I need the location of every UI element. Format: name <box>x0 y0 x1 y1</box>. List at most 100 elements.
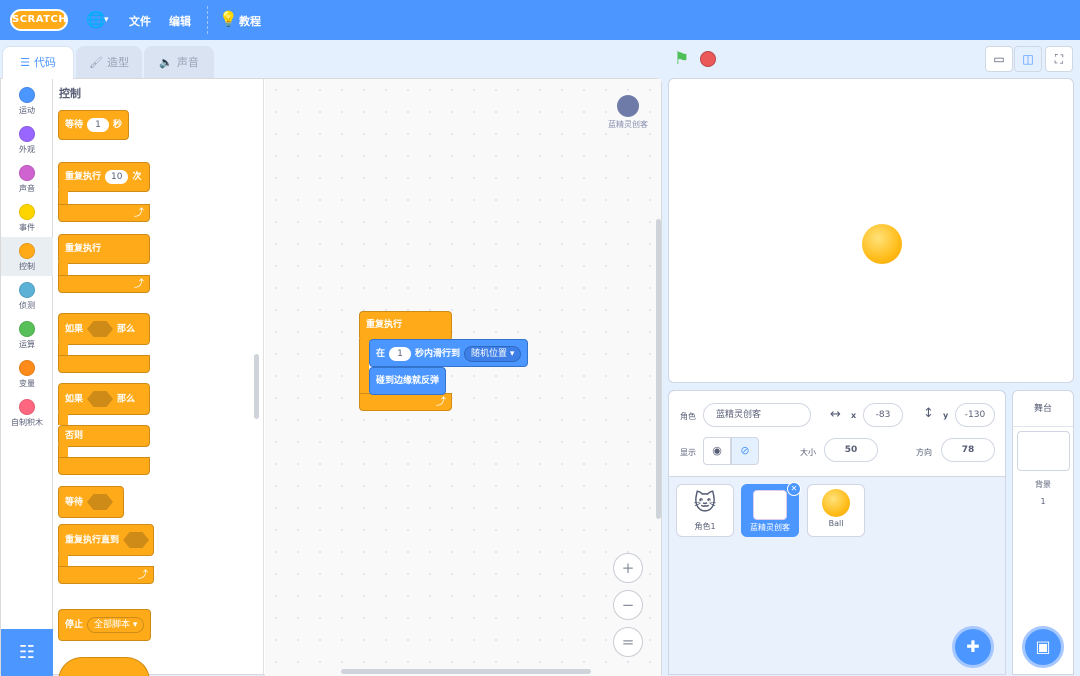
y-label: y <box>943 411 949 420</box>
show-sprite-button[interactable]: ◉ <box>703 437 731 465</box>
category-sound[interactable]: 声音 <box>1 159 53 198</box>
hide-sprite-button[interactable]: ⊘ <box>731 437 759 465</box>
boolean-slot[interactable] <box>87 321 114 337</box>
menu-file[interactable]: 文件 <box>129 13 151 29</box>
category-looks[interactable]: 外观 <box>1 120 53 159</box>
green-flag-icon[interactable]: ⚑ <box>674 50 692 68</box>
zoom-out-button[interactable]: − <box>613 590 643 620</box>
block-c-arm <box>58 413 68 425</box>
boolean-slot[interactable] <box>87 391 114 407</box>
boolean-slot[interactable] <box>123 532 150 548</box>
block-text: 碰到边缘就反弹 <box>376 376 440 386</box>
category-events[interactable]: 事件 <box>1 198 53 237</box>
category-control[interactable]: 控制 <box>1 237 53 276</box>
block-if-then[interactable]: 如果 那么 <box>58 313 150 345</box>
large-stage-icon: ◫ <box>1022 52 1034 66</box>
block-wait-until[interactable]: 等待 <box>58 486 125 518</box>
sprite-watermark: 蓝精灵创客 <box>608 95 648 133</box>
category-label: 运动 <box>19 106 35 115</box>
category-operators[interactable]: 运算 <box>1 315 53 354</box>
block-wait[interactable]: 等待 1 秒 <box>58 110 130 140</box>
stop-dropdown[interactable]: 全部脚本 ▾ <box>87 617 145 633</box>
lightbulb-icon[interactable]: 💡 <box>219 10 238 28</box>
y-input[interactable]: -130 <box>955 403 995 427</box>
script-glide-block[interactable]: 在 1 秒内滑行到 随机位置 ▾ <box>369 339 529 367</box>
block-input[interactable]: 10 <box>105 170 129 184</box>
direction-input[interactable]: 78 <box>941 438 995 462</box>
watermark-text: 蓝精灵创客 <box>608 120 648 129</box>
direction-label: 方向 <box>916 448 932 457</box>
category-label: 外观 <box>19 145 35 154</box>
block-repeat-until[interactable]: 重复执行直到 <box>58 524 154 556</box>
ball-sprite[interactable] <box>862 224 902 264</box>
category-label: 事件 <box>19 223 35 232</box>
tab-sounds[interactable]: 🔈 声音 <box>144 46 214 78</box>
sprite-pane: 角色 蓝精灵创客 ↔ x -83 ↕ y -130 显示 ◉ ⊘ 大小 50 方… <box>668 390 1006 675</box>
add-extension-button[interactable]: ☷ <box>1 629 53 676</box>
cat-plus-icon: ✚ <box>966 637 980 656</box>
stage-selector[interactable]: 舞台 背景 1 ▣ <box>1012 390 1074 675</box>
tab-costumes[interactable]: 🖌 造型 <box>76 46 142 78</box>
category-sensing[interactable]: 侦测 <box>1 276 53 315</box>
stage-thumbnail[interactable] <box>1017 431 1070 471</box>
block-c-bottom: ⤴ <box>58 566 154 584</box>
x-value: -83 <box>875 410 891 420</box>
workspace-vertical-scrollbar[interactable] <box>656 219 661 519</box>
sprite-thumb-cat[interactable]: 🐱 角色1 <box>676 484 734 537</box>
scratch-logo[interactable]: SCRATCH <box>10 9 68 31</box>
menu-edit[interactable]: 编辑 <box>169 13 191 29</box>
category-my-blocks[interactable]: 自制积木 <box>1 393 53 432</box>
block-if-else[interactable]: 如果 那么 <box>58 383 150 415</box>
block-stop[interactable]: 停止 全部脚本 ▾ <box>58 609 152 641</box>
menu-tutorials[interactable]: 教程 <box>239 13 261 29</box>
workspace-horizontal-scrollbar[interactable] <box>341 669 591 674</box>
sprite-name-value: 蓝精灵创客 <box>716 410 762 420</box>
script-workspace[interactable]: 蓝精灵创客 重复执行 ⤴ 在 1 秒内滑行到 随机位置 ▾ 碰到边缘就反弹 + − = <box>265 79 661 676</box>
sprite-thumb-label: 角色1 <box>694 522 716 531</box>
script-bounce-block[interactable]: 碰到边缘就反弹 <box>369 367 447 395</box>
backdrop-count: 1 <box>1040 497 1046 506</box>
palette-scrollbar[interactable] <box>254 354 259 419</box>
tab-code[interactable]: ☰ 代码 <box>2 46 74 79</box>
category-dot <box>19 282 35 298</box>
stage[interactable] <box>668 78 1074 383</box>
globe-icon[interactable]: 🌐 <box>86 11 106 29</box>
block-text: 那么 <box>117 324 136 335</box>
block-hat-partial[interactable] <box>58 657 150 676</box>
stage-title: 舞台 <box>1013 391 1073 427</box>
y-value: -130 <box>964 410 986 420</box>
script-forever-block[interactable]: 重复执行 <box>359 311 452 341</box>
glide-seconds-input[interactable]: 1 <box>389 347 412 361</box>
dropdown-value: 随机位置 <box>471 349 508 359</box>
fullscreen-button[interactable]: ⛶ <box>1045 46 1073 72</box>
category-dot <box>19 321 35 337</box>
size-input[interactable]: 50 <box>824 438 878 462</box>
block-repeat[interactable]: 重复执行 10 次 <box>58 162 150 192</box>
add-backdrop-button[interactable]: ▣ <box>1022 626 1064 668</box>
category-motion[interactable]: 运动 <box>1 81 53 120</box>
direction-value: 78 <box>961 445 975 455</box>
small-stage-button[interactable]: ▭ <box>985 46 1013 72</box>
category-variables[interactable]: 变量 <box>1 354 53 393</box>
boolean-slot[interactable] <box>87 494 114 510</box>
large-stage-button[interactable]: ◫ <box>1014 46 1042 72</box>
glide-target-dropdown[interactable]: 随机位置 ▾ <box>464 346 522 362</box>
sprite-name-input[interactable]: 蓝精灵创客 <box>703 403 811 427</box>
chevron-down-icon[interactable]: ▾ <box>104 12 109 28</box>
stop-icon[interactable] <box>700 51 716 67</box>
add-sprite-button[interactable]: ✚ <box>952 626 994 668</box>
sprite-thumb-ball[interactable]: Ball <box>807 484 865 537</box>
block-input[interactable]: 1 <box>87 118 110 132</box>
block-c-arm <box>58 445 68 457</box>
dropdown-value: 全部脚本 <box>94 620 131 630</box>
block-forever[interactable]: 重复执行 <box>58 234 150 264</box>
zoom-in-button[interactable]: + <box>613 553 643 583</box>
zoom-reset-button[interactable]: = <box>613 627 643 657</box>
ball-sprite-icon <box>822 489 850 517</box>
category-label: 运算 <box>19 340 35 349</box>
cat-sprite-icon: 🐱 <box>688 489 722 519</box>
sprite-thumb-selected[interactable]: 蓝精灵创客 ✕ <box>741 482 801 537</box>
block-text: 如果 <box>65 324 84 335</box>
x-input[interactable]: -83 <box>863 403 903 427</box>
delete-sprite-icon[interactable]: ✕ <box>787 482 801 496</box>
